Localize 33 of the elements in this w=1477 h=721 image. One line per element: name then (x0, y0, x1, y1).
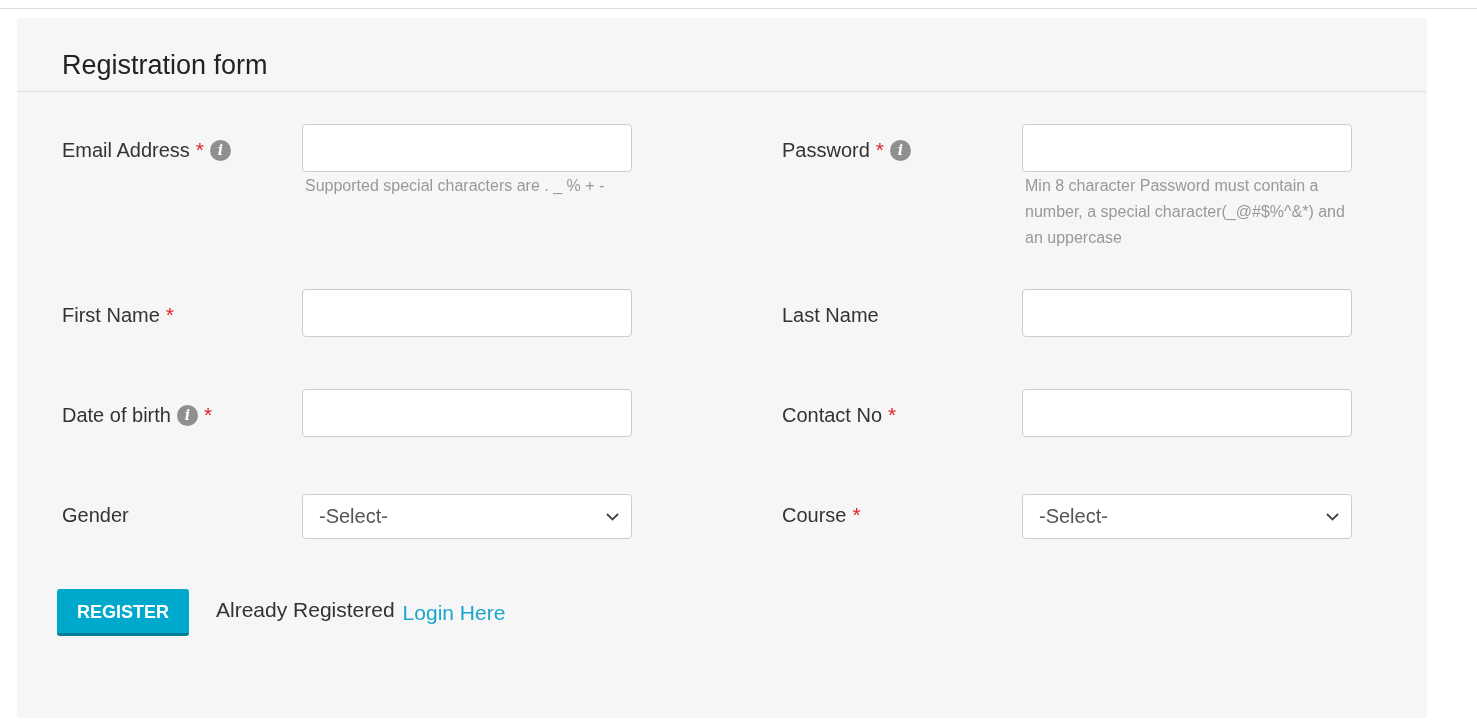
input-field[interactable] (302, 289, 632, 337)
info-icon[interactable]: i (176, 404, 198, 426)
help-text: Min 8 character Password must contain a number, a special character(_@#$%^&*) and an uppercase (1024, 176, 1346, 248)
field-label: Last Name (782, 303, 879, 327)
required-asterisk: * (203, 403, 213, 427)
field-label: Contact No (782, 403, 883, 427)
input-field[interactable] (1022, 289, 1352, 337)
dropdown[interactable]: -Select- (302, 494, 632, 539)
required-asterisk: * (165, 303, 174, 327)
help-text: Supported special characters are . _ % + - (304, 176, 606, 196)
register-button[interactable]: REGISTER (57, 589, 189, 636)
input-field[interactable] (1022, 124, 1352, 172)
info-icon[interactable]: i (210, 139, 232, 161)
info-icon[interactable]: i (890, 139, 911, 161)
field-label: Course (782, 503, 847, 527)
login-link[interactable]: Login Here (402, 600, 506, 625)
required-asterisk: * (875, 138, 884, 162)
input-field[interactable] (1022, 389, 1352, 437)
chevron-down-icon (1326, 512, 1339, 521)
field-label: Email Address (62, 138, 190, 162)
form-title: Registration form (17, 18, 1427, 92)
input-field[interactable] (302, 124, 632, 172)
required-asterisk: * (195, 138, 205, 162)
field-label: First Name (62, 303, 160, 327)
dropdown[interactable]: -Select- (1022, 494, 1352, 539)
field-label: Date of birth (62, 403, 171, 427)
chevron-down-icon (606, 512, 619, 521)
field-label: Gender (62, 503, 129, 527)
required-asterisk: * (888, 403, 897, 427)
field-label: Password (782, 138, 870, 162)
input-field[interactable] (302, 389, 632, 437)
already-registered-text: Already Registered (216, 597, 395, 622)
required-asterisk: * (852, 503, 861, 527)
